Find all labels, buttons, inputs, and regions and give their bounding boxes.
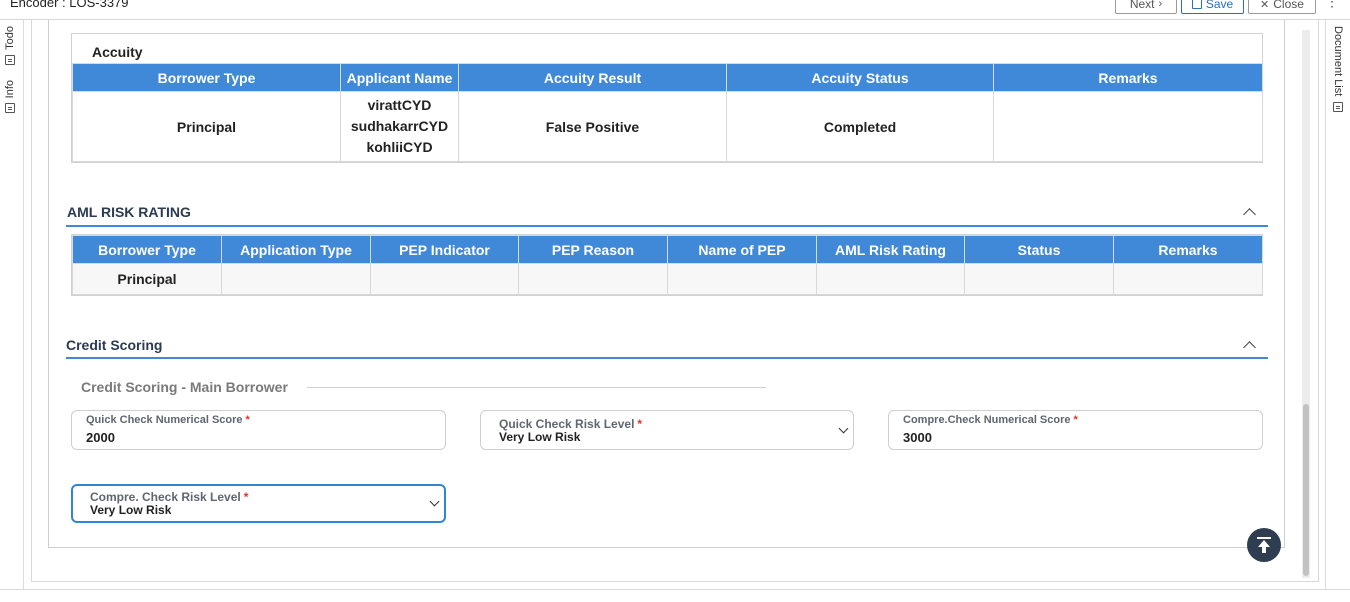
cell-remarks xyxy=(1113,263,1263,295)
cell-pep-indicator xyxy=(370,263,519,295)
save-icon xyxy=(1191,0,1202,9)
next-button[interactable]: Next › xyxy=(1115,0,1177,14)
cell-status xyxy=(964,263,1114,295)
compre-check-numerical-score-label: Compre.Check Numerical Score * xyxy=(903,414,1078,426)
applicant-name: sudhakarrCYD xyxy=(350,118,449,134)
quick-check-numerical-score-label: Quick Check Numerical Score * xyxy=(86,414,250,426)
compre-check-risk-level-value: Very Low Risk xyxy=(90,503,172,517)
left-rail: Todo Info xyxy=(0,20,24,590)
cell-applicant-names: virattCYD sudhakarrCYD kohliiCYD xyxy=(340,91,459,162)
cell-borrower-type: Principal xyxy=(72,263,222,295)
col-remarks: Remarks xyxy=(993,63,1263,92)
col-application-type: Application Type xyxy=(221,235,371,264)
kebab-menu-icon[interactable]: ⋮ xyxy=(1325,0,1339,10)
col-status: Status xyxy=(964,235,1114,264)
table-row: Principal xyxy=(72,263,1263,295)
field-label-text: Quick Check Numerical Score xyxy=(86,414,243,426)
compre-check-risk-level-label: Compre. Check Risk Level * xyxy=(90,490,248,504)
col-borrower-type: Borrower Type xyxy=(72,63,341,92)
scroll-to-top-button[interactable] xyxy=(1247,528,1281,562)
col-pep-indicator: PEP Indicator xyxy=(370,235,519,264)
todo-label: Todo xyxy=(4,26,16,50)
cell-accuity-result: False Positive xyxy=(458,91,727,162)
applicant-name: kohliiCYD xyxy=(366,139,433,155)
col-accuity-status: Accuity Status xyxy=(726,63,994,92)
cell-remarks xyxy=(993,91,1263,162)
info-tab[interactable]: Info xyxy=(4,80,16,114)
chevron-right-icon: › xyxy=(1158,0,1163,10)
col-accuity-result: Accuity Result xyxy=(458,63,727,92)
quick-check-numerical-score-value: 2000 xyxy=(86,430,115,445)
todo-tab[interactable]: Todo xyxy=(4,26,16,65)
quick-check-risk-level-value: Very Low Risk xyxy=(499,430,581,444)
cell-borrower-type: Principal xyxy=(72,91,341,162)
top-bar: Encoder : LOS-3379 Next › Save ✕ Close ⋮ xyxy=(0,0,1350,20)
todo-icon xyxy=(5,54,15,65)
credit-scoring-subheading: Credit Scoring - Main Borrower xyxy=(81,379,288,395)
close-button-label: Close xyxy=(1273,0,1304,11)
document-list-label: Document List xyxy=(1332,26,1344,97)
table-row: Principal virattCYD sudhakarrCYD kohliiC… xyxy=(72,91,1263,162)
cell-name-of-pep xyxy=(667,263,817,295)
chevron-down-icon xyxy=(838,423,849,434)
col-name-of-pep: Name of PEP xyxy=(667,235,817,264)
section-divider xyxy=(66,225,1268,227)
quick-check-risk-level-select[interactable]: Quick Check Risk Level * Very Low Risk xyxy=(480,410,854,450)
cell-application-type xyxy=(221,263,371,295)
col-pep-reason: PEP Reason xyxy=(518,235,668,264)
compre-check-numerical-score-field[interactable]: Compre.Check Numerical Score * 3000 xyxy=(888,410,1263,450)
save-button-label: Save xyxy=(1205,0,1234,11)
required-marker: * xyxy=(637,417,643,431)
document-list-icon xyxy=(1333,102,1343,113)
col-borrower-type: Borrower Type xyxy=(72,235,222,264)
next-button-label: Next xyxy=(1129,0,1155,11)
scrollbar-thumb[interactable] xyxy=(1303,404,1309,576)
field-label-text: Compre. Check Risk Level xyxy=(90,490,241,504)
section-divider xyxy=(66,357,1268,359)
info-label: Info xyxy=(4,80,16,99)
page-title: Encoder : LOS-3379 xyxy=(10,0,129,10)
required-marker: * xyxy=(245,414,250,426)
accuity-table: Borrower Type Applicant Name Accuity Res… xyxy=(72,63,1263,162)
info-icon xyxy=(5,103,15,114)
col-applicant-name: Applicant Name xyxy=(340,63,459,92)
document-list-tab[interactable]: Document List xyxy=(1332,26,1344,113)
compre-check-numerical-score-value: 3000 xyxy=(903,430,932,445)
cell-accuity-status: Completed xyxy=(726,91,994,162)
quick-check-risk-level-label: Quick Check Risk Level * xyxy=(499,417,642,431)
col-aml-risk-rating: AML Risk Rating xyxy=(816,235,965,264)
chevron-down-icon xyxy=(429,496,440,507)
close-button[interactable]: ✕ Close xyxy=(1248,0,1316,14)
cell-aml-risk-rating xyxy=(816,263,965,295)
applicant-name: virattCYD xyxy=(367,97,432,113)
compre-check-risk-level-select[interactable]: Compre. Check Risk Level * Very Low Risk xyxy=(71,484,446,523)
aml-table: Borrower Type Application Type PEP Indic… xyxy=(72,235,1263,295)
right-rail: Document List xyxy=(1325,20,1350,590)
field-label-text: Quick Check Risk Level xyxy=(499,417,635,431)
accuity-title: Accuity xyxy=(92,44,143,60)
save-button[interactable]: Save xyxy=(1181,0,1244,14)
required-marker: * xyxy=(243,490,249,504)
credit-scoring-title: Credit Scoring xyxy=(66,337,163,353)
field-label-text: Compre.Check Numerical Score xyxy=(903,414,1071,426)
cell-pep-reason xyxy=(518,263,668,295)
bottom-divider xyxy=(0,589,1350,590)
subheading-divider xyxy=(307,387,766,388)
close-icon: ✕ xyxy=(1260,0,1270,11)
quick-check-numerical-score-field[interactable]: Quick Check Numerical Score * 2000 xyxy=(71,410,446,450)
col-remarks: Remarks xyxy=(1113,235,1263,264)
aml-section-title: AML RISK RATING xyxy=(67,204,191,220)
required-marker: * xyxy=(1073,414,1078,426)
